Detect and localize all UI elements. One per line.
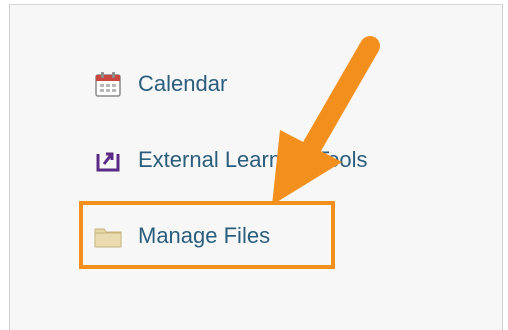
menu-item-external-learning-tools[interactable]: External Learning Tools xyxy=(92,140,368,180)
menu-item-label: Calendar xyxy=(138,71,228,96)
menu-item-label: Manage Files xyxy=(138,223,271,248)
calendar-icon xyxy=(92,68,124,100)
menu-item-manage-files[interactable]: Manage Files xyxy=(92,216,270,256)
menu-item-label: External Learning Tools xyxy=(138,147,368,172)
menu-item-calendar[interactable]: Calendar xyxy=(92,64,227,104)
external-tool-icon xyxy=(92,144,124,176)
folder-icon xyxy=(92,220,124,252)
